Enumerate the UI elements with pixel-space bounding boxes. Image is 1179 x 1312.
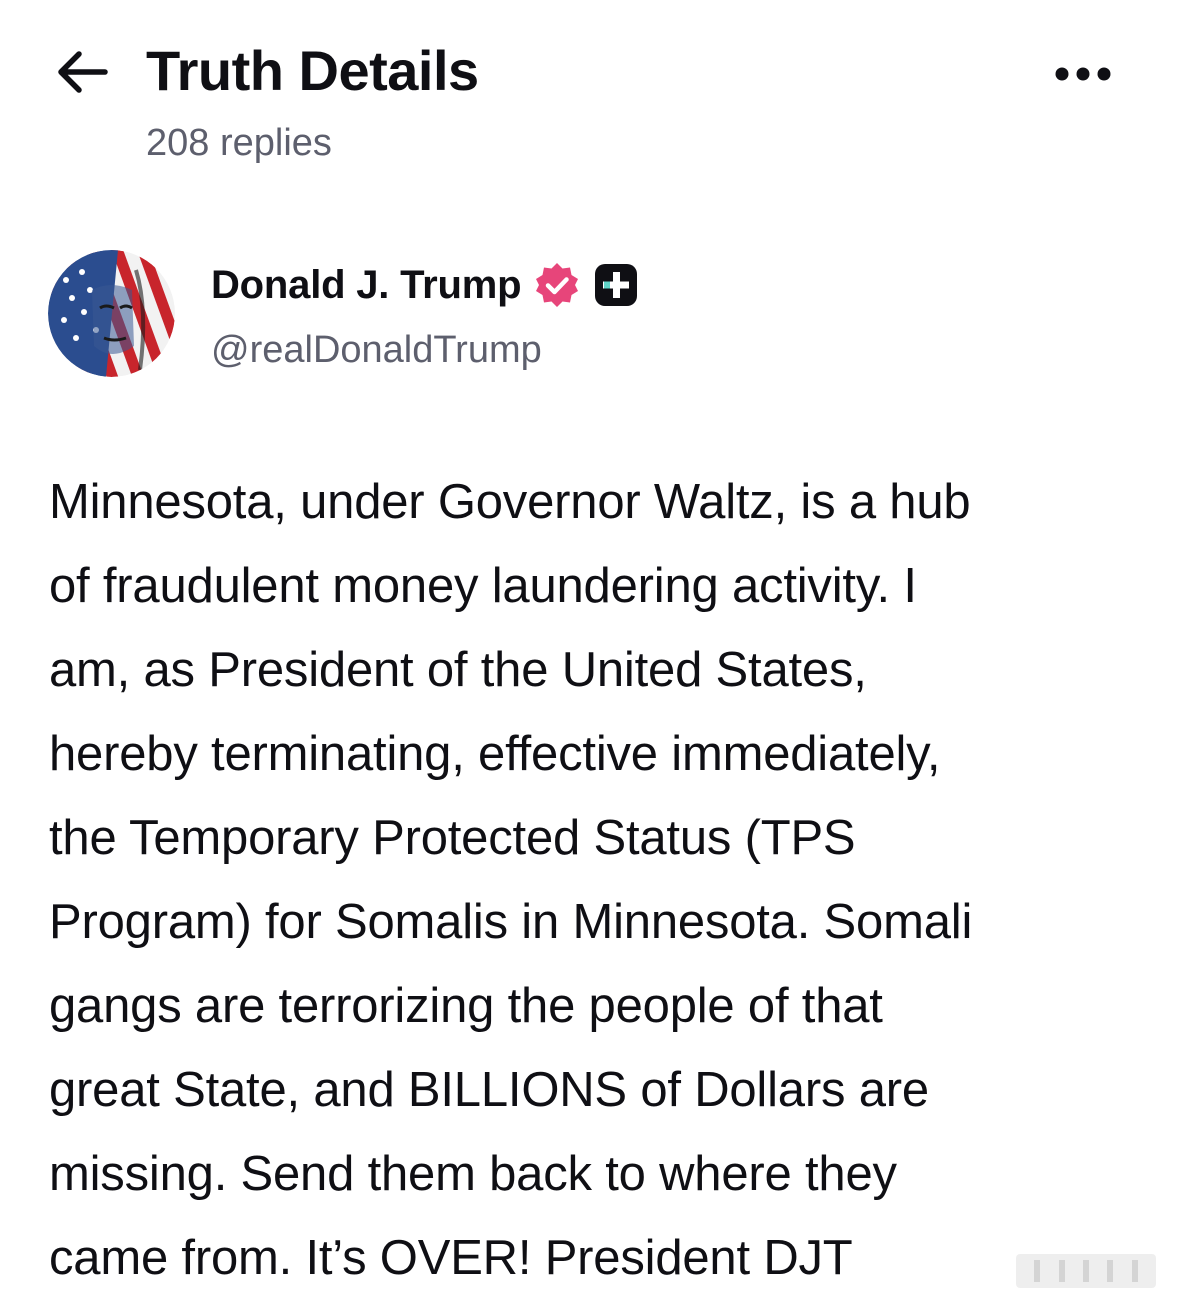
post-line: Program) for Somalis in Minnesota. Somal… xyxy=(49,895,973,949)
arrow-left-icon xyxy=(58,51,108,93)
truth-plus-icon xyxy=(593,262,639,308)
post-line: great State, and BILLIONS of Dollars are xyxy=(49,1063,929,1117)
avatar-image xyxy=(48,250,175,377)
more-horizontal-icon xyxy=(1055,67,1111,81)
post-line: of fraudulent money laundering activity.… xyxy=(49,559,917,613)
reply-count: 208 replies xyxy=(146,122,332,164)
author-row: Donald J. Trump xyxy=(211,260,639,310)
post-line: am, as President of the United States, xyxy=(49,643,867,697)
post-line: Minnesota, under Governor Waltz, is a hu… xyxy=(49,475,971,529)
post-line: the Temporary Protected Status (TPS xyxy=(49,811,856,865)
verified-badge-icon xyxy=(533,261,581,309)
post-line: gangs are terrorizing the people of that xyxy=(49,979,883,1033)
avatar[interactable] xyxy=(48,250,175,377)
more-options-button[interactable] xyxy=(1050,54,1116,94)
post-line: came from. It’s OVER! President DJT xyxy=(49,1231,853,1285)
post-line: hereby terminating, effective immediatel… xyxy=(49,727,941,781)
post-line: missing. Send them back to where they xyxy=(49,1147,897,1201)
author-name[interactable]: Donald J. Trump xyxy=(211,263,522,308)
watermark xyxy=(1016,1254,1156,1288)
post-text: Minnesota, under Governor Waltz, is a hu… xyxy=(49,460,1149,1300)
page-title: Truth Details xyxy=(146,39,479,102)
author-handle[interactable]: @realDonaldTrump xyxy=(211,325,542,375)
back-button[interactable] xyxy=(52,44,112,100)
